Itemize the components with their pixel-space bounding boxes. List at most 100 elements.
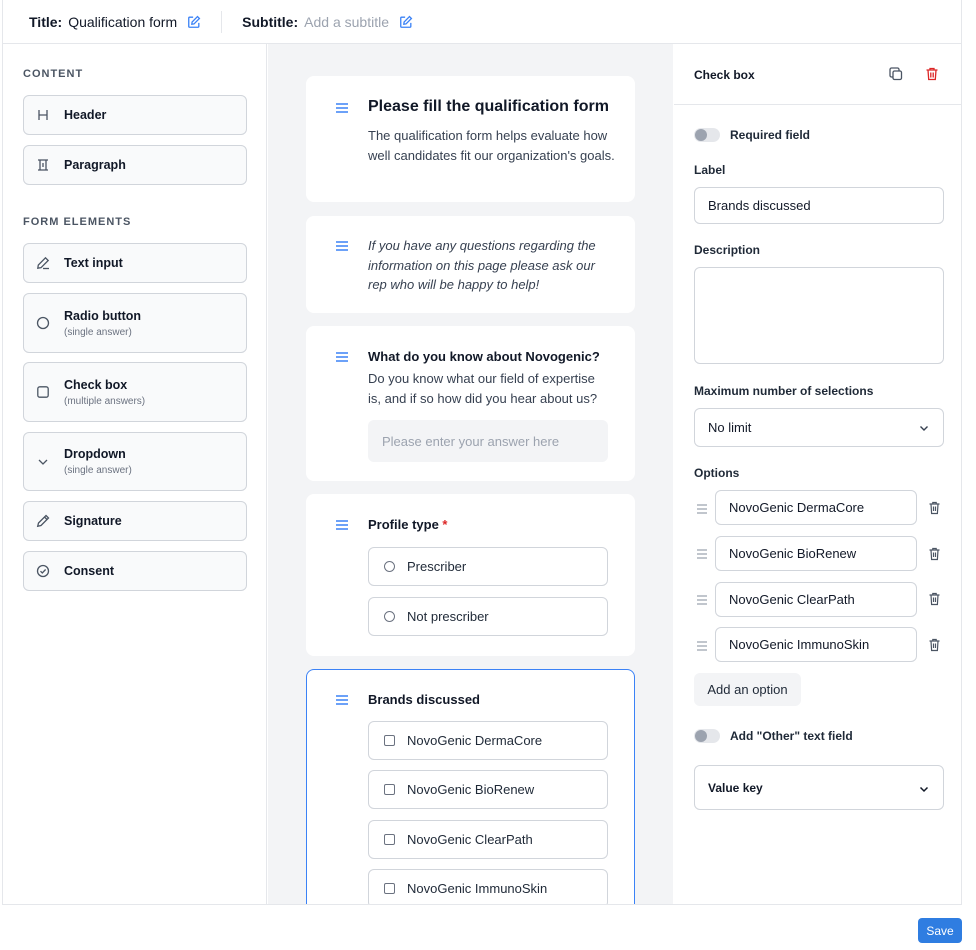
radio-block[interactable]: Profile type * Prescriber Not prescriber bbox=[306, 494, 635, 656]
checkbox-option[interactable]: NovoGenic ClearPath bbox=[368, 820, 608, 859]
max-selections-select[interactable]: No limit bbox=[694, 408, 944, 447]
other-field-label: Add "Other" text field bbox=[730, 729, 853, 743]
description-field-label: Description bbox=[694, 243, 761, 257]
option-input[interactable]: NovoGenic ClearPath bbox=[715, 582, 917, 617]
checkbox-option[interactable]: NovoGenic DermaCore bbox=[368, 721, 608, 760]
tool-signature[interactable]: Signature bbox=[23, 501, 247, 541]
settings-title: Check box bbox=[694, 68, 755, 82]
option-input[interactable]: NovoGenic DermaCore bbox=[715, 490, 917, 525]
tool-label: Radio button bbox=[64, 308, 142, 323]
value-key-label: Value key bbox=[708, 780, 763, 795]
label-input[interactable]: Brands discussed bbox=[694, 187, 944, 224]
tool-header[interactable]: Header bbox=[23, 95, 247, 135]
checkbox-square-icon bbox=[384, 735, 395, 746]
header-block-text: The qualification form helps evaluate ho… bbox=[368, 128, 615, 163]
option-label: NovoGenic ImmunoSkin bbox=[407, 881, 548, 896]
chevron-down-icon bbox=[36, 455, 50, 469]
trash-icon[interactable] bbox=[928, 547, 941, 561]
add-option-button[interactable]: Add an option bbox=[694, 673, 801, 706]
subtitle-value[interactable]: Add a subtitle bbox=[304, 14, 389, 30]
drag-handle-icon[interactable] bbox=[335, 695, 349, 705]
settings-panel: Check box Required field Label Brands di… bbox=[674, 44, 961, 904]
edit-title-icon[interactable] bbox=[187, 15, 201, 29]
tool-label: Check box bbox=[64, 377, 128, 392]
label-field-label: Label bbox=[694, 163, 726, 177]
duplicate-icon[interactable] bbox=[888, 66, 904, 82]
trash-icon[interactable] bbox=[928, 501, 941, 515]
paragraph-icon bbox=[36, 158, 50, 172]
checkbox-icon bbox=[36, 385, 50, 399]
drag-handle-icon[interactable] bbox=[335, 520, 349, 530]
option-label: NovoGenic DermaCore bbox=[407, 733, 543, 748]
checkbox-option[interactable]: NovoGenic BioRenew bbox=[368, 770, 608, 809]
pencil-icon bbox=[36, 256, 50, 270]
radio-option[interactable]: Prescriber bbox=[368, 547, 608, 586]
trash-icon[interactable] bbox=[928, 592, 941, 606]
header-block[interactable]: Please fill the qualification form The q… bbox=[306, 76, 635, 202]
drag-handle-icon[interactable] bbox=[696, 641, 708, 651]
trash-icon[interactable] bbox=[928, 638, 941, 652]
elements-sidebar: CONTENT Header Paragraph FORM ELEMENTS T… bbox=[3, 44, 267, 904]
option-label: NovoGenic ClearPath bbox=[407, 832, 533, 847]
tool-label: Dropdown bbox=[64, 447, 126, 461]
drag-handle-icon[interactable] bbox=[335, 103, 349, 113]
pen-icon bbox=[36, 514, 50, 528]
answer-input[interactable]: Please enter your answer here bbox=[368, 420, 608, 462]
save-button[interactable]: Save bbox=[918, 918, 962, 943]
checkbox-square-icon bbox=[384, 883, 395, 894]
header-block-title: Please fill the qualification form bbox=[368, 98, 609, 115]
value-key-accordion[interactable]: Value key bbox=[694, 765, 944, 810]
tool-label: Consent bbox=[64, 564, 114, 578]
check-circle-icon bbox=[36, 564, 50, 578]
tool-label: Paragraph bbox=[64, 158, 126, 172]
form-builder: Title: Qualification form Subtitle: Add … bbox=[2, 0, 962, 905]
text-input-block[interactable]: What do you know about Novogenic? Do you… bbox=[306, 326, 635, 481]
options-label: Options bbox=[694, 466, 740, 480]
tool-sublabel: (single answer) bbox=[64, 465, 132, 476]
option-input[interactable]: NovoGenic ImmunoSkin bbox=[715, 627, 917, 662]
title-divider bbox=[221, 10, 223, 33]
radio-circle-icon bbox=[384, 611, 395, 622]
tool-sublabel: (single answer) bbox=[64, 326, 132, 338]
tool-text-input[interactable]: Text input bbox=[23, 243, 247, 283]
question-title: What do you know about Novogenic? bbox=[368, 349, 600, 364]
tool-label: Signature bbox=[64, 514, 122, 528]
settings-header: Check box bbox=[674, 44, 961, 105]
paragraph-block-text: If you have any questions regarding the … bbox=[368, 238, 596, 292]
title-label: Title: bbox=[29, 13, 63, 30]
radio-circle-icon bbox=[384, 561, 395, 572]
form-title-bar: Title: Qualification form Subtitle: Add … bbox=[3, 0, 961, 44]
drag-handle-icon[interactable] bbox=[696, 595, 708, 605]
paragraph-block[interactable]: If you have any questions regarding the … bbox=[306, 216, 635, 313]
drag-handle-icon[interactable] bbox=[335, 352, 349, 362]
tool-radio-button[interactable]: Radio button (single answer) bbox=[23, 293, 247, 353]
edit-subtitle-icon[interactable] bbox=[399, 15, 413, 29]
delete-icon[interactable] bbox=[924, 66, 940, 82]
form-elements-heading: FORM ELEMENTS bbox=[23, 216, 132, 228]
other-field-toggle[interactable] bbox=[694, 729, 720, 743]
title-value[interactable]: Qualification form bbox=[68, 14, 177, 30]
tool-consent[interactable]: Consent bbox=[23, 551, 247, 591]
form-canvas: Please fill the qualification form The q… bbox=[268, 44, 673, 904]
drag-handle-icon[interactable] bbox=[335, 241, 349, 251]
max-selections-value: No limit bbox=[708, 420, 752, 435]
heading-icon bbox=[36, 108, 50, 122]
subtitle-label: Subtitle: bbox=[242, 13, 299, 30]
tool-label: Header bbox=[64, 108, 107, 122]
checkbox-block[interactable]: Brands discussed NovoGenic DermaCore Nov… bbox=[306, 669, 635, 904]
option-label: Prescriber bbox=[407, 559, 467, 574]
checkbox-option[interactable]: NovoGenic ImmunoSkin bbox=[368, 869, 608, 904]
tool-check-box[interactable]: Check box (multiple answers) bbox=[23, 362, 247, 422]
question-title-text: Profile type bbox=[368, 517, 439, 532]
tool-paragraph[interactable]: Paragraph bbox=[23, 145, 247, 185]
required-toggle[interactable] bbox=[694, 128, 720, 142]
chevron-down-icon bbox=[919, 784, 929, 794]
chevron-down-icon bbox=[919, 423, 929, 433]
drag-handle-icon[interactable] bbox=[696, 549, 708, 559]
description-textarea[interactable] bbox=[694, 267, 944, 364]
option-input[interactable]: NovoGenic BioRenew bbox=[715, 536, 917, 571]
drag-handle-icon[interactable] bbox=[696, 504, 708, 514]
radio-option[interactable]: Not prescriber bbox=[368, 597, 608, 636]
tool-dropdown[interactable]: Dropdown (single answer) bbox=[23, 432, 247, 491]
question-title: Profile type * bbox=[368, 517, 447, 532]
